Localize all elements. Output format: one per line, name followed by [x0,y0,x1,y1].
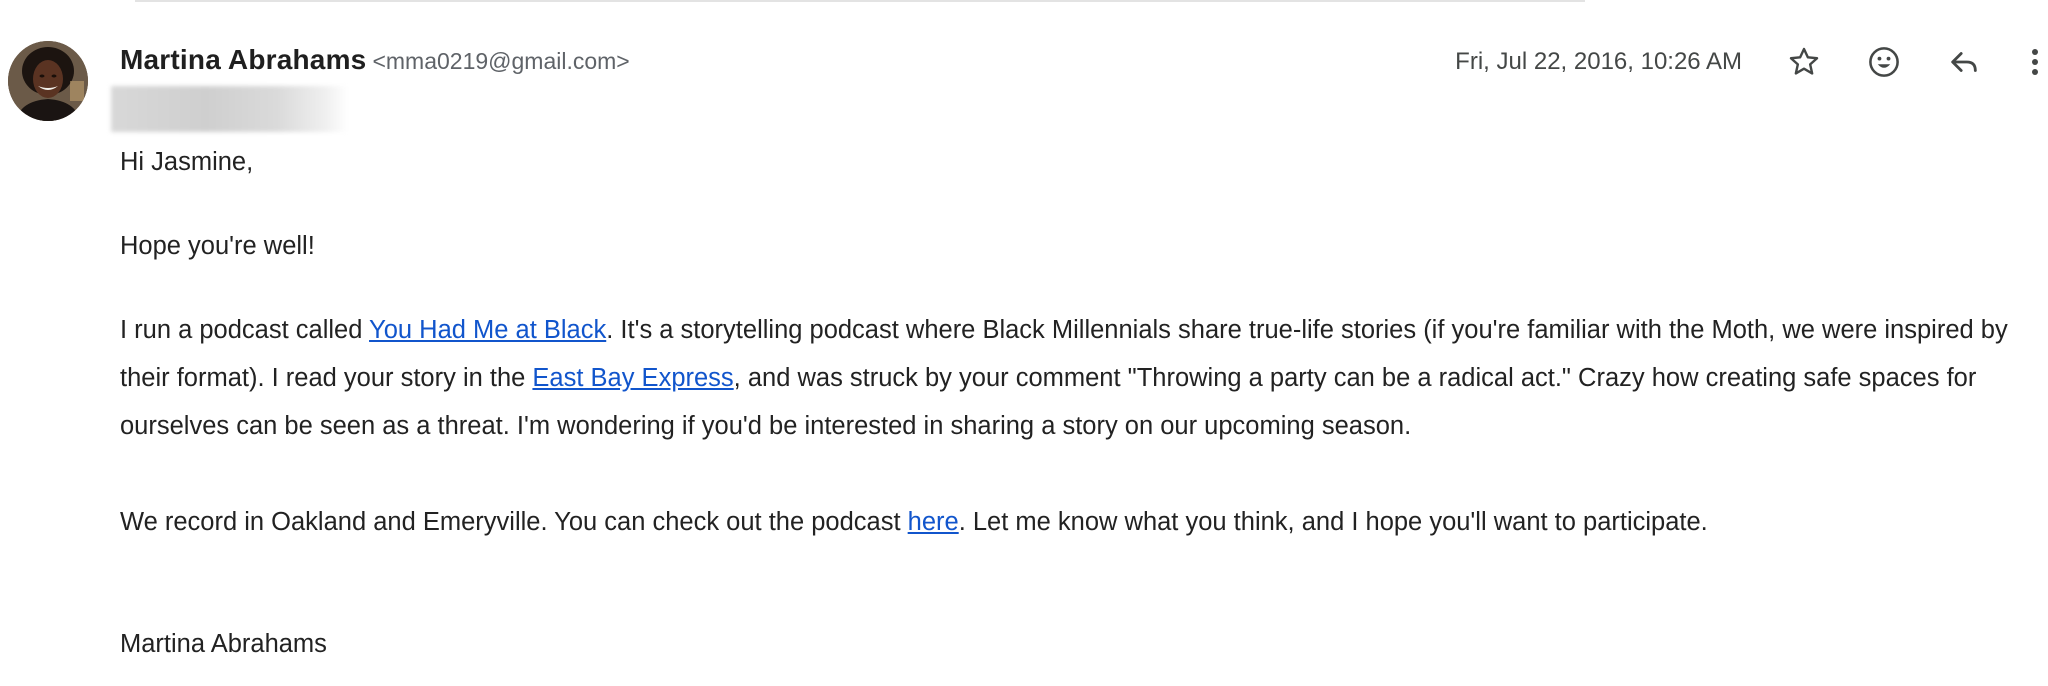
sender-avatar[interactable] [8,41,88,121]
article-link[interactable]: East Bay Express [532,364,733,392]
recipient-redacted [111,86,348,132]
signature: Martina Abrahams [120,630,327,658]
emoji-reaction-button[interactable] [1844,36,1924,88]
sender-email: <mma0219@gmail.com> [372,48,630,74]
message-header-actions: Fri, Jul 22, 2016, 10:26 AM [1455,36,2048,88]
paragraph-text: We record in Oakland and Emeryville. You… [120,508,908,536]
here-link[interactable]: here [908,508,959,536]
email-message-view: Martina Abrahams <mma0219@gmail.com> Fri… [0,0,2048,686]
podcast-link[interactable]: You Had Me at Black [369,316,606,344]
message-body: Hi Jasmine, Hope you're well! I run a po… [120,138,2028,668]
sender-name[interactable]: Martina Abrahams [120,44,366,76]
emoji-icon [1869,47,1899,77]
message-date: Fri, Jul 22, 2016, 10:26 AM [1455,48,1742,75]
more-vert-icon [2032,49,2038,75]
paragraph-text: I run a podcast called [120,316,370,344]
star-icon [1789,47,1819,75]
body-paragraph: We record in Oakland and Emeryville. You… [120,498,2028,546]
sender-row: Martina Abrahams <mma0219@gmail.com> [120,44,630,80]
paragraph-text: . Let me know what you think, and I hope… [958,508,1708,536]
reply-icon [1951,52,1977,72]
divider [135,0,1585,2]
star-button[interactable] [1764,36,1844,88]
reply-button[interactable] [1924,36,2004,88]
greeting: Hi Jasmine, [120,148,254,176]
body-line: Hope you're well! [120,232,315,260]
more-options-button[interactable] [2004,36,2048,88]
avatar-photo [8,41,88,121]
body-paragraph: I run a podcast called You Had Me at Bla… [120,306,2028,450]
